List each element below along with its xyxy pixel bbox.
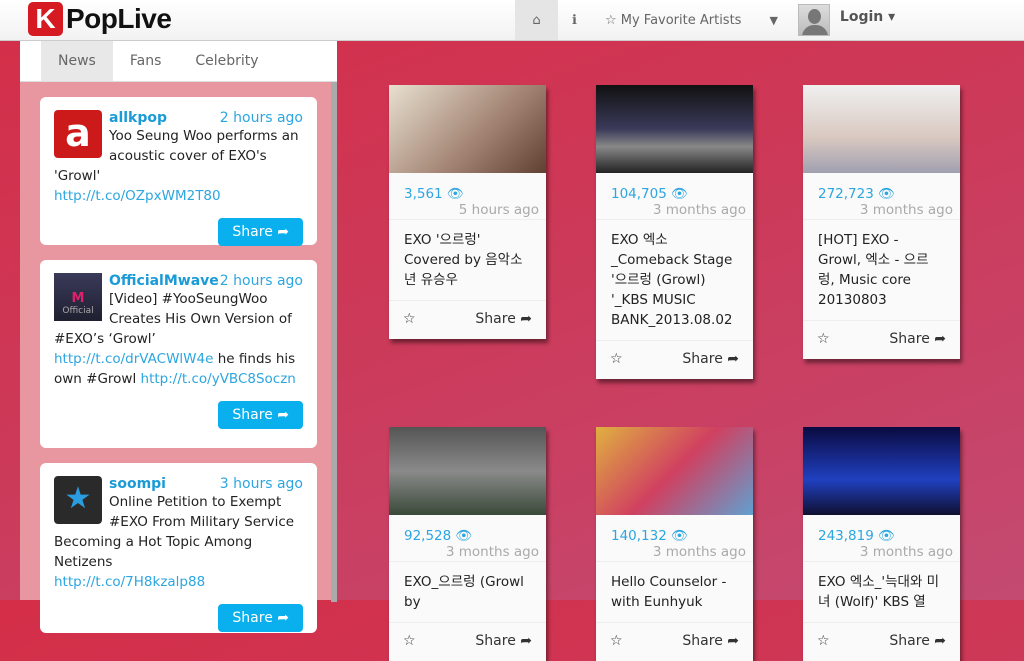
view-count: 243,819 👁 xyxy=(818,528,896,544)
view-count: 140,132 👁 xyxy=(611,528,689,544)
video-card[interactable]: 140,132 👁 3 months ago Hello Counselor -… xyxy=(596,427,753,661)
video-thumbnail[interactable] xyxy=(596,85,753,173)
mwave-avatar: M Official xyxy=(54,273,102,321)
tweet-link[interactable]: http://t.co/drVACWlW4e xyxy=(54,351,213,367)
video-thumbnail[interactable] xyxy=(803,427,960,515)
video-title[interactable]: EXO 엑소 _Comeback Stage '으르렁 (Growl) '_KB… xyxy=(596,220,753,341)
tweet-time: 2 hours ago xyxy=(219,273,303,289)
share-button[interactable]: Share ➦ xyxy=(682,351,739,367)
view-count: 104,705 👁 xyxy=(611,186,689,202)
video-thumbnail[interactable] xyxy=(803,85,960,173)
news-panel: News Fans Celebrity a 2 hours ago allkpo… xyxy=(20,41,337,633)
video-card[interactable]: 3,561 👁 5 hours ago EXO '으르렁' Covered by… xyxy=(389,85,546,339)
video-title[interactable]: EXO_으르렁 (Growl by xyxy=(389,562,546,623)
avatar[interactable] xyxy=(797,4,830,36)
share-button[interactable]: Share ➦ xyxy=(889,633,946,649)
favorite-star-icon[interactable]: ☆ xyxy=(610,633,623,649)
favorite-star-icon[interactable]: ☆ xyxy=(403,311,416,327)
tweet-time: 3 hours ago xyxy=(219,476,303,492)
logo-text: PopLive xyxy=(66,3,172,34)
view-count: 272,723 👁 xyxy=(818,186,896,202)
video-title[interactable]: [HOT] EXO - Growl, 엑소 - 으르렁, Music core … xyxy=(803,220,960,321)
share-button[interactable]: Share ➦ xyxy=(218,604,303,632)
top-navbar: K PopLive ⌂ ℹ ☆ My Favorite Artists ▼ Log… xyxy=(0,0,1024,41)
tweet-card: M Official 2 hours ago OfficialMwave [Vid… xyxy=(40,260,317,448)
share-button[interactable]: Share ➦ xyxy=(218,218,303,246)
view-count: 92,528 👁 xyxy=(404,528,473,544)
allkpop-avatar: a xyxy=(54,110,102,158)
share-button[interactable]: Share ➦ xyxy=(889,331,946,347)
favorite-star-icon[interactable]: ☆ xyxy=(403,633,416,649)
share-button[interactable]: Share ➦ xyxy=(475,311,532,327)
home-button[interactable]: ⌂ xyxy=(515,0,558,40)
video-thumbnail[interactable] xyxy=(389,427,546,515)
home-icon: ⌂ xyxy=(532,12,541,28)
video-age: 3 months ago xyxy=(803,544,960,562)
video-age: 5 hours ago xyxy=(389,202,546,220)
info-button[interactable]: ℹ xyxy=(558,0,591,40)
tweet-card: a 2 hours ago allkpop Yoo Seung Woo perf… xyxy=(40,97,317,246)
favorite-star-icon[interactable]: ☆ xyxy=(610,351,623,367)
filter-button[interactable]: ▼ xyxy=(755,0,791,40)
tab-celebrity[interactable]: Celebrity xyxy=(178,41,275,81)
video-age: 3 months ago xyxy=(389,544,546,562)
filter-icon: ▼ xyxy=(769,13,778,27)
video-age: 3 months ago xyxy=(596,544,753,562)
favorite-star-icon[interactable]: ☆ xyxy=(817,633,830,649)
tweet-card: ★ 3 hours ago soompi Online Petition to … xyxy=(40,463,317,633)
video-card[interactable]: 92,528 👁 3 months ago EXO_으르렁 (Growl by … xyxy=(389,427,546,661)
video-age: 3 months ago xyxy=(596,202,753,220)
tab-fans[interactable]: Fans xyxy=(113,41,179,81)
share-button[interactable]: Share ➦ xyxy=(475,633,532,649)
view-count: 3,561 👁 xyxy=(404,186,465,202)
share-button[interactable]: Share ➦ xyxy=(218,401,303,429)
share-button[interactable]: Share ➦ xyxy=(682,633,739,649)
login-dropdown[interactable]: Login ▾ xyxy=(840,9,895,25)
tweet-link[interactable]: http://t.co/yVBC8Soczn xyxy=(141,371,296,387)
soompi-avatar: ★ xyxy=(54,476,102,524)
tweet-time: 2 hours ago xyxy=(219,110,303,126)
video-card[interactable]: 272,723 👁 3 months ago [HOT] EXO - Growl… xyxy=(803,85,960,359)
video-title[interactable]: Hello Counselor - with Eunhyuk xyxy=(596,562,753,623)
favorite-star-icon[interactable]: ☆ xyxy=(817,331,830,347)
logo-icon: K xyxy=(28,2,63,36)
tweet-link[interactable]: http://t.co/OZpxWM2T80 xyxy=(54,188,221,204)
video-card[interactable]: 104,705 👁 3 months ago EXO 엑소 _Comeback … xyxy=(596,85,753,379)
favorite-artists-link[interactable]: ☆ My Favorite Artists xyxy=(591,0,756,40)
scrollbar[interactable] xyxy=(331,82,337,602)
video-thumbnail[interactable] xyxy=(596,427,753,515)
logo[interactable]: K PopLive xyxy=(28,2,172,36)
tab-news[interactable]: News xyxy=(41,41,113,81)
info-icon: ℹ xyxy=(572,12,577,28)
video-thumbnail[interactable] xyxy=(389,85,546,173)
video-card[interactable]: 243,819 👁 3 months ago EXO 엑소_'늑대와 미녀 (W… xyxy=(803,427,960,661)
video-title[interactable]: EXO '으르렁' Covered by 음악소년 유승우 xyxy=(389,220,546,301)
video-title[interactable]: EXO 엑소_'늑대와 미녀 (Wolf)' KBS 열 xyxy=(803,562,960,623)
tweet-link[interactable]: http://t.co/7H8kzalp88 xyxy=(54,574,205,590)
video-age: 3 months ago xyxy=(803,202,960,220)
